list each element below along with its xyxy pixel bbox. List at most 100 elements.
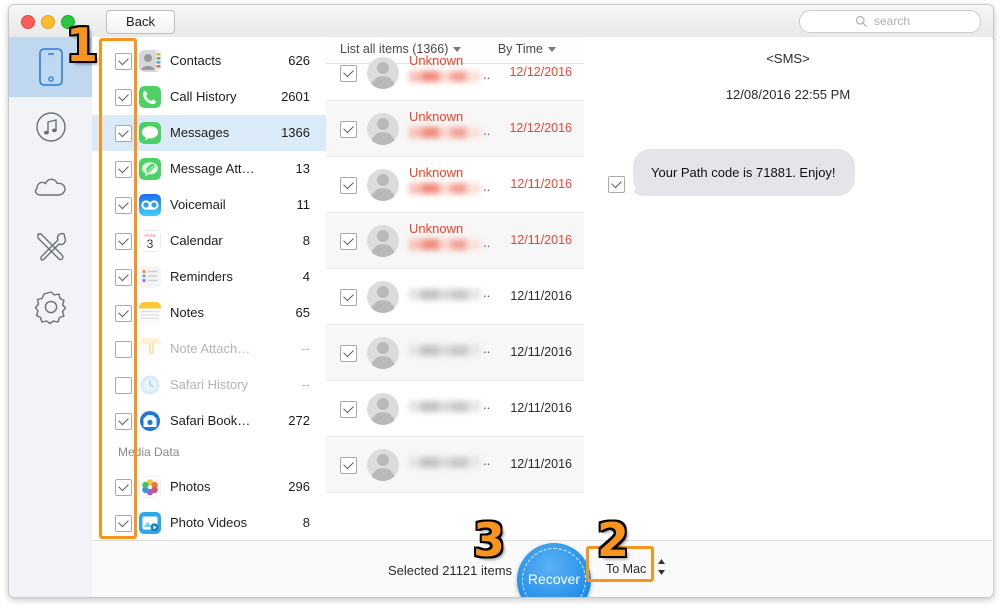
annotation-marker-2: 2 bbox=[597, 513, 630, 567]
redacted-preview bbox=[409, 71, 481, 82]
category-count: 13 bbox=[295, 161, 310, 176]
redacted-preview bbox=[409, 457, 481, 468]
contacts-icon bbox=[139, 50, 161, 72]
search-input[interactable]: search bbox=[799, 10, 981, 33]
contact-avatar-icon bbox=[367, 337, 399, 369]
message-row[interactable]: .. 12/11/2016 bbox=[326, 325, 584, 381]
reminders-icon bbox=[139, 266, 161, 288]
messages-icon bbox=[139, 122, 161, 144]
message-checkbox[interactable] bbox=[340, 121, 357, 138]
redacted-preview bbox=[409, 289, 481, 300]
recover-button-label: Recover bbox=[527, 571, 581, 587]
preview-ellipsis: .. bbox=[483, 285, 491, 300]
contact-avatar-icon bbox=[367, 169, 399, 201]
search-icon bbox=[855, 15, 868, 28]
search-placeholder: search bbox=[874, 14, 911, 28]
preview-ellipsis: .. bbox=[483, 67, 491, 82]
contact-avatar-icon bbox=[367, 225, 399, 257]
contact-avatar-icon bbox=[367, 449, 399, 481]
back-button[interactable]: Back bbox=[106, 10, 175, 34]
category-name: Calendar bbox=[170, 233, 223, 248]
preview-ellipsis: .. bbox=[483, 397, 491, 412]
message-bubble-checkbox[interactable] bbox=[608, 176, 625, 193]
annotation-marker-1: 1 bbox=[66, 18, 99, 72]
message-date: 12/11/2016 bbox=[510, 233, 572, 247]
message-checkbox[interactable] bbox=[340, 177, 357, 194]
message-row[interactable]: Unknown.. 12/12/2016 bbox=[326, 101, 584, 157]
message-list-panel: List all items (1366) By Time Unknown.. 1… bbox=[326, 37, 585, 540]
category-count: 65 bbox=[295, 305, 310, 320]
notes-icon bbox=[139, 302, 161, 324]
message-row[interactable]: Unknown.. 12/11/2016 bbox=[326, 213, 584, 269]
category-name: Note Attach… bbox=[170, 341, 251, 356]
message-checkbox[interactable] bbox=[340, 233, 357, 250]
message-row[interactable]: Unknown.. 12/11/2016 bbox=[326, 157, 584, 213]
recover-button[interactable]: Recover bbox=[517, 543, 591, 597]
bottom-bar: Selected 21121 items Recover To Mac bbox=[92, 540, 992, 597]
message-row[interactable]: .. 12/11/2016 bbox=[326, 437, 584, 493]
redacted-preview bbox=[409, 183, 481, 194]
message-row[interactable]: .. 12/11/2016 bbox=[326, 269, 584, 325]
message-date: 12/11/2016 bbox=[510, 177, 572, 191]
category-count: 2601 bbox=[281, 89, 310, 104]
minimize-window-button[interactable] bbox=[41, 15, 55, 29]
message-date: 12/11/2016 bbox=[510, 289, 572, 303]
note-attachments-icon bbox=[139, 338, 161, 360]
message-bubble: Your Path code is 71881. Enjoy! bbox=[633, 149, 855, 196]
category-count: 1366 bbox=[281, 125, 310, 140]
message-detail-panel: <SMS> 12/08/2016 22:55 PM Your Path code… bbox=[584, 37, 992, 540]
category-count: -- bbox=[301, 377, 310, 392]
redacted-preview bbox=[409, 239, 481, 250]
rail-item-settings[interactable] bbox=[9, 277, 92, 337]
contact-avatar-icon bbox=[367, 393, 399, 425]
category-count: 8 bbox=[302, 233, 310, 248]
preview-ellipsis: .. bbox=[483, 453, 491, 468]
sms-type-label: <SMS> bbox=[766, 51, 810, 66]
message-checkbox[interactable] bbox=[340, 289, 357, 306]
category-name: Photo Videos bbox=[170, 515, 248, 530]
message-date: 12/12/2016 bbox=[509, 65, 572, 79]
category-name: Safari History bbox=[170, 377, 249, 392]
safari-bookmarks-icon bbox=[139, 410, 161, 432]
category-count: 11 bbox=[296, 197, 311, 212]
category-count: 626 bbox=[288, 53, 310, 68]
phone-icon bbox=[139, 86, 161, 108]
message-sender: Unknown bbox=[409, 165, 464, 180]
category-name: Call History bbox=[170, 89, 237, 104]
music-note-icon bbox=[35, 112, 66, 142]
svg-text:3: 3 bbox=[147, 237, 154, 251]
category-name: Message Att… bbox=[170, 161, 255, 176]
message-date: 12/12/2016 bbox=[509, 121, 572, 135]
category-count: 296 bbox=[288, 479, 310, 494]
category-count: 4 bbox=[302, 269, 310, 284]
message-checkbox[interactable] bbox=[340, 401, 357, 418]
message-checkbox[interactable] bbox=[340, 457, 357, 474]
category-name: Messages bbox=[170, 125, 230, 140]
message-sender: Unknown bbox=[409, 109, 464, 124]
category-name: Reminders bbox=[170, 269, 233, 284]
category-count: 8 bbox=[302, 515, 310, 530]
contact-avatar-icon bbox=[367, 113, 399, 145]
message-row[interactable]: Unknown.. 12/12/2016 bbox=[326, 45, 584, 101]
gear-icon bbox=[34, 291, 66, 325]
rail-item-tools[interactable] bbox=[9, 217, 92, 277]
stepper-arrows-icon[interactable] bbox=[657, 556, 666, 578]
preview-ellipsis: .. bbox=[483, 179, 491, 194]
message-checkbox[interactable] bbox=[340, 65, 357, 82]
category-name: Voicemail bbox=[170, 197, 226, 212]
message-row[interactable]: .. 12/11/2016 bbox=[326, 381, 584, 437]
redacted-preview bbox=[409, 345, 481, 356]
rail-item-music[interactable] bbox=[9, 97, 92, 157]
application-window: Back search Contacts 626 Call History 26… bbox=[8, 4, 994, 598]
message-checkbox[interactable] bbox=[340, 345, 357, 362]
message-attachments-icon bbox=[139, 158, 161, 180]
annotation-box-1 bbox=[99, 38, 137, 539]
sidebar-icon-rail bbox=[9, 37, 93, 597]
category-name: Safari Book… bbox=[170, 413, 251, 428]
message-date: 12/11/2016 bbox=[510, 345, 572, 359]
close-window-button[interactable] bbox=[21, 15, 35, 29]
preview-ellipsis: .. bbox=[483, 235, 491, 250]
safari-history-icon bbox=[139, 374, 161, 396]
rail-item-cloud[interactable] bbox=[9, 157, 92, 217]
preview-ellipsis: .. bbox=[483, 123, 491, 138]
